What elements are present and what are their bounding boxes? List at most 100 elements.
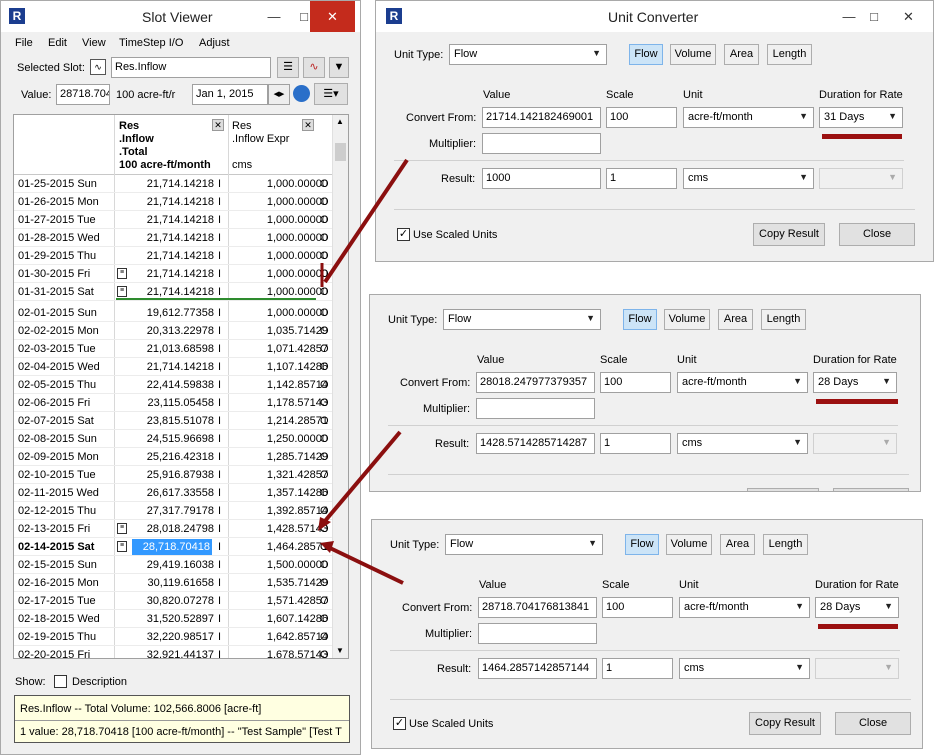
inflow-expr-cell[interactable]: 1,678.57143 bbox=[230, 649, 328, 658]
selected-slot-field[interactable]: Res.Inflow bbox=[111, 57, 271, 78]
table-row[interactable]: 01-29-2015 Thu 21,714.14218 I 1,000.00000 O bbox=[14, 247, 334, 265]
scroll-thumb[interactable] bbox=[335, 143, 346, 161]
multiplier-field[interactable] bbox=[482, 133, 601, 154]
table-row[interactable]: 02-17-2015 Tue 30,820.07278 I 1,571.42857 O bbox=[14, 592, 334, 610]
from-scale-field[interactable]: 100 bbox=[600, 372, 671, 393]
date-field[interactable]: Jan 1, 2015 bbox=[192, 84, 268, 105]
from-scale-field[interactable]: 100 bbox=[606, 107, 677, 128]
value-field[interactable]: 28718.704 bbox=[56, 84, 110, 105]
inflow-expr-cell[interactable]: 1,107.14286 bbox=[230, 361, 328, 373]
menu-file[interactable]: File bbox=[15, 37, 33, 49]
inflow-expr-cell[interactable]: 1,000.00000 bbox=[230, 268, 328, 280]
inflow-expr-cell[interactable]: 1,000.00000 bbox=[230, 307, 328, 319]
duration-select[interactable]: 28 Days ▼ bbox=[813, 372, 897, 393]
inflow-value-cell[interactable]: 28,018.24798 bbox=[116, 523, 214, 535]
list-view-button[interactable]: ☰ bbox=[277, 57, 299, 78]
inflow-expr-cell[interactable]: 1,214.28571 bbox=[230, 415, 328, 427]
copy-result-button[interactable]: Copy Result bbox=[749, 712, 821, 735]
result-value-field[interactable]: 1000 bbox=[482, 168, 601, 189]
inflow-value-cell[interactable]: 21,714.14218 bbox=[116, 250, 214, 262]
result-unit-select[interactable]: cms ▼ bbox=[679, 658, 810, 679]
menu-view[interactable]: View bbox=[82, 37, 106, 49]
table-row[interactable]: 02-01-2015 Sun 19,612.77358 I 1,000.00000 O bbox=[14, 304, 334, 322]
result-scale-field[interactable]: 1 bbox=[602, 658, 673, 679]
inflow-value-cell[interactable]: 21,714.14218 bbox=[116, 178, 214, 190]
inflow-expr-cell[interactable]: 1,535.71429 bbox=[230, 577, 328, 589]
type-area-button[interactable]: Area bbox=[724, 44, 759, 65]
inflow-expr-cell[interactable]: 1,000.00000 bbox=[230, 214, 328, 226]
copy-result-button[interactable]: Copy Result bbox=[753, 223, 825, 246]
inflow-expr-cell[interactable]: 1,428.57143 bbox=[230, 523, 328, 535]
type-area-button[interactable]: Area bbox=[720, 534, 755, 555]
use-scaled-units-checkbox[interactable]: ✓ bbox=[393, 717, 406, 730]
inflow-value-cell[interactable]: 26,617.33558 bbox=[116, 487, 214, 499]
type-length-button[interactable]: Length bbox=[763, 534, 808, 555]
inflow-value-cell[interactable]: 32,220.98517 bbox=[116, 631, 214, 643]
inflow-value-cell[interactable]: 23,115.05458 bbox=[116, 397, 214, 409]
slot-data-grid[interactable]: Res .Inflow .Total 100 acre-ft/month ✕ R… bbox=[13, 114, 349, 659]
table-row[interactable]: 01-27-2015 Tue 21,714.14218 I 1,000.00000 O bbox=[14, 211, 334, 229]
inflow-expr-cell[interactable]: 1,464.28571 bbox=[230, 541, 328, 553]
globe-icon[interactable] bbox=[293, 85, 310, 102]
table-row[interactable]: 02-09-2015 Mon 25,216.42318 I 1,285.71429 O bbox=[14, 448, 334, 466]
inflow-expr-cell[interactable]: 1,357.14286 bbox=[230, 487, 328, 499]
inflow-value-cell[interactable]: 32,921.44137 bbox=[116, 649, 214, 658]
description-checkbox[interactable] bbox=[54, 675, 67, 688]
inflow-value-cell[interactable]: 21,714.14218 bbox=[116, 286, 214, 298]
inflow-value-cell[interactable]: 21,714.14218 bbox=[116, 196, 214, 208]
table-row[interactable]: 02-02-2015 Mon 20,313.22978 I 1,035.71429 O bbox=[14, 322, 334, 340]
table-row[interactable]: 02-12-2015 Thu 27,317.79178 I 1,392.85714 O bbox=[14, 502, 334, 520]
inflow-expr-cell[interactable]: 1,571.42857 bbox=[230, 595, 328, 607]
menu-timestep-io[interactable]: TimeStep I/O bbox=[119, 37, 183, 49]
table-row[interactable]: 02-03-2015 Tue 21,013.68598 I 1,071.42857 O bbox=[14, 340, 334, 358]
inflow-expr-cell[interactable]: 1,285.71429 bbox=[230, 451, 328, 463]
table-row[interactable]: 02-16-2015 Mon 30,119.61658 I 1,535.71429 O bbox=[14, 574, 334, 592]
duration-select[interactable]: 28 Days ▼ bbox=[815, 597, 899, 618]
inflow-value-cell[interactable]: 24,515.96698 bbox=[116, 433, 214, 445]
table-row[interactable]: 01-25-2015 Sun 21,714.14218 I 1,000.00000 O bbox=[14, 175, 334, 193]
close-button[interactable]: Close bbox=[839, 223, 915, 246]
type-volume-button[interactable]: Volume bbox=[664, 309, 710, 330]
close-button[interactable]: Close bbox=[835, 712, 911, 735]
table-row[interactable]: 01-26-2015 Mon 21,714.14218 I 1,000.00000 O bbox=[14, 193, 334, 211]
table-row[interactable]: 02-07-2015 Sat 23,815.51078 I 1,214.28571 O bbox=[14, 412, 334, 430]
result-value-field[interactable]: 1464.2857142857144 bbox=[478, 658, 597, 679]
unit-type-select[interactable]: Flow ▼ bbox=[443, 309, 601, 330]
from-scale-field[interactable]: 100 bbox=[602, 597, 673, 618]
inflow-expr-cell[interactable]: 1,321.42857 bbox=[230, 469, 328, 481]
result-unit-select[interactable]: cms ▼ bbox=[677, 433, 808, 454]
duration-select[interactable]: 31 Days ▼ bbox=[819, 107, 903, 128]
from-unit-select[interactable]: acre-ft/month ▼ bbox=[677, 372, 808, 393]
inflow-value-cell[interactable]: 27,317.79178 bbox=[116, 505, 214, 517]
slot-dropdown-button[interactable]: ▼ bbox=[329, 57, 349, 78]
scroll-up-arrow[interactable]: ▲ bbox=[336, 117, 344, 126]
table-row[interactable]: 02-18-2015 Wed 31,520.52897 I 1,607.14286 O bbox=[14, 610, 334, 628]
inflow-value-cell[interactable]: 19,612.77358 bbox=[116, 307, 214, 319]
unit-type-select[interactable]: Flow ▼ bbox=[445, 534, 603, 555]
type-volume-button[interactable]: Volume bbox=[670, 44, 716, 65]
inflow-value-cell[interactable]: 20,313.22978 bbox=[116, 325, 214, 337]
inflow-expr-cell[interactable]: 1,000.00000 bbox=[230, 250, 328, 262]
result-unit-select[interactable]: cms ▼ bbox=[683, 168, 814, 189]
inflow-value-cell[interactable]: 25,916.87938 bbox=[116, 469, 214, 481]
table-row[interactable]: 02-20-2015 Fri 32,921.44137 I 1,678.57143 O bbox=[14, 646, 334, 658]
from-value-field[interactable]: 28718.704176813841 bbox=[478, 597, 597, 618]
inflow-value-cell[interactable]: 23,815.51078 bbox=[116, 415, 214, 427]
inflow-value-cell[interactable]: 21,714.14218 bbox=[116, 268, 214, 280]
grid-scrollbar[interactable]: ▲ ▼ bbox=[332, 115, 348, 658]
multiplier-field[interactable] bbox=[476, 398, 595, 419]
inflow-value-cell[interactable]: 31,520.52897 bbox=[116, 613, 214, 625]
type-length-button[interactable]: Length bbox=[761, 309, 806, 330]
type-length-button[interactable]: Length bbox=[767, 44, 812, 65]
inflow-expr-cell[interactable]: 1,000.00000 bbox=[230, 178, 328, 190]
type-flow-button[interactable]: Flow bbox=[623, 309, 657, 330]
from-value-field[interactable]: 28018.247977379357 bbox=[476, 372, 595, 393]
scroll-down-arrow[interactable]: ▼ bbox=[336, 646, 344, 655]
table-row[interactable]: 01-30-2015 Fri ≡ 21,714.14218 I 1,000.00000 O bbox=[14, 265, 334, 283]
inflow-value-cell[interactable]: 25,216.42318 bbox=[116, 451, 214, 463]
inflow-expr-cell[interactable]: 1,178.57143 bbox=[230, 397, 328, 409]
inflow-expr-cell[interactable]: 1,071.42857 bbox=[230, 343, 328, 355]
type-flow-button[interactable]: Flow bbox=[625, 534, 659, 555]
inflow-expr-cell[interactable]: 1,000.00000 bbox=[230, 196, 328, 208]
inflow-value-cell[interactable]: 29,419.16038 bbox=[116, 559, 214, 571]
